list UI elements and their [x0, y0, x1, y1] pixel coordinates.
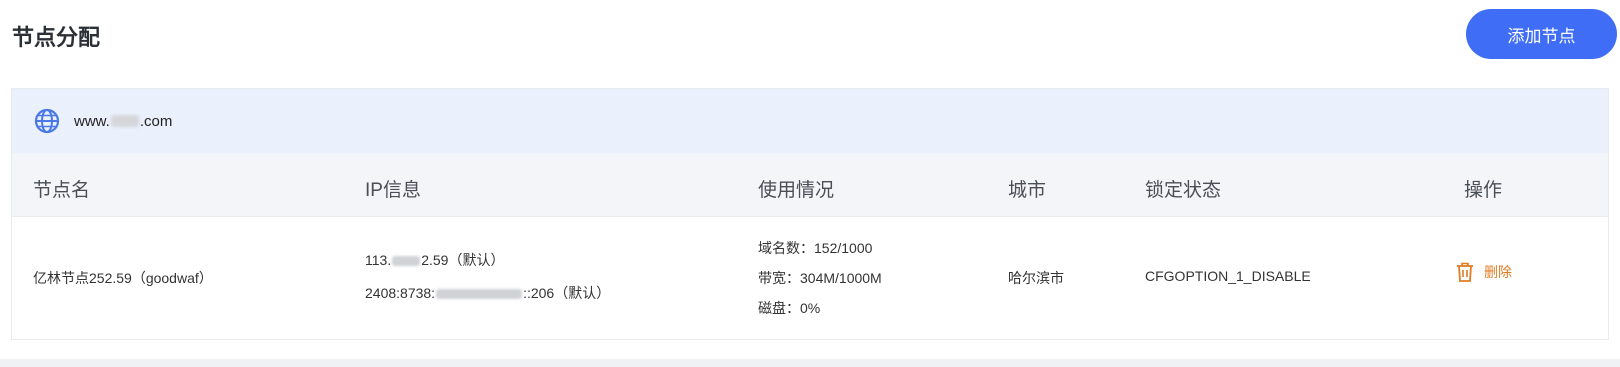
add-node-button[interactable]: 添加节点 — [1466, 9, 1617, 59]
ip-v4-prefix: 113. — [365, 252, 392, 268]
ip-v4: 113. 2.59（默认） — [365, 244, 610, 277]
delete-button[interactable]: 删除 — [1455, 261, 1512, 283]
city: 哈尔滨市 — [1008, 270, 1064, 286]
domain-prefix: www. — [74, 112, 110, 130]
redacted-text — [436, 288, 523, 299]
redacted-text — [110, 115, 139, 127]
column-header-usage: 使用情况 — [758, 180, 835, 201]
column-header-ip-info: IP信息 — [365, 180, 421, 201]
column-header-lock-status: 锁定状态 — [1145, 180, 1222, 201]
domain-header: www. .com — [12, 89, 1608, 153]
usage-domains: 域名数：152/1000 — [758, 240, 873, 256]
domain-card: www. .com 节点名 IP信息 使用情况 城市 锁定状态 操作 亿林节点2… — [11, 88, 1609, 340]
table-row: 亿林节点252.59（goodwaf） 113. 2.59（默认） 2408:8… — [12, 217, 1608, 339]
trash-icon — [1455, 261, 1475, 283]
divider — [0, 359, 1620, 367]
node-name: 亿林节点252.59（goodwaf） — [33, 270, 213, 286]
table-header: 节点名 IP信息 使用情况 城市 锁定状态 操作 — [12, 153, 1608, 217]
ip-v6: 2408:8738: ::206（默认） — [365, 277, 610, 310]
usage-bandwidth: 带宽：304M/1000M — [758, 270, 882, 286]
ip-info: 113. 2.59（默认） 2408:8738: ::206（默认） — [365, 244, 610, 310]
column-header-city: 城市 — [1008, 180, 1047, 201]
ip-v4-suffix: 2.59（默认） — [421, 252, 505, 268]
ip-v6-prefix: 2408:8738: — [365, 285, 436, 301]
domain-name: www. .com — [74, 113, 172, 130]
page-title: 节点分配 — [12, 25, 101, 50]
column-header-actions: 操作 — [1464, 180, 1503, 201]
delete-label: 删除 — [1484, 264, 1512, 280]
globe-icon — [34, 108, 60, 134]
ip-v6-suffix: ::206（默认） — [523, 285, 611, 301]
column-header-node-name: 节点名 — [33, 180, 91, 201]
domain-suffix: .com — [139, 112, 173, 130]
usage-disk: 磁盘：0% — [758, 300, 821, 316]
usage-info: 域名数：152/1000 带宽：304M/1000M 磁盘：0% — [758, 233, 882, 323]
lock-status: CFGOPTION_1_DISABLE — [1145, 268, 1311, 284]
redacted-text — [392, 255, 421, 266]
